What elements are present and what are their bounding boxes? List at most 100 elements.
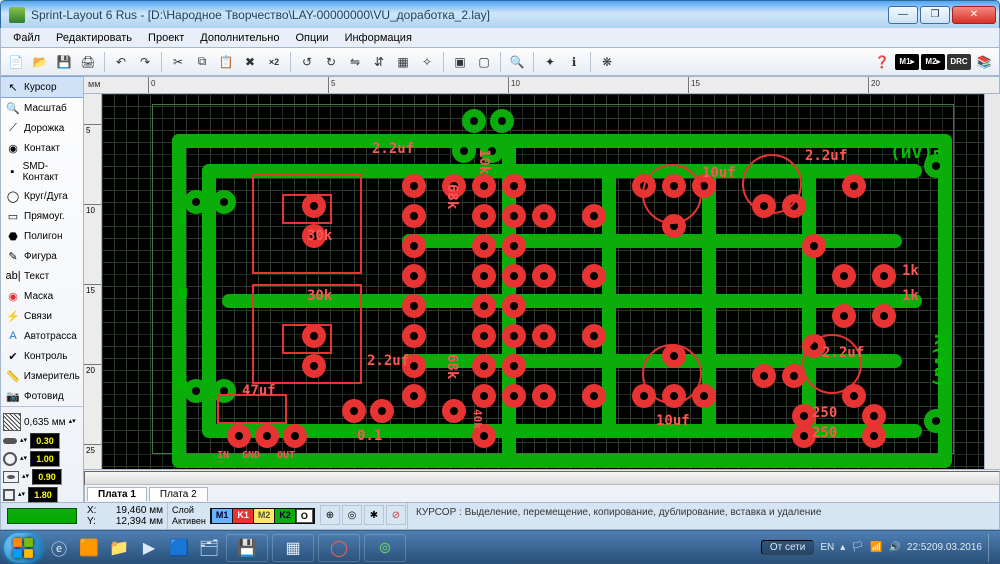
- status-btn-cross[interactable]: ⊕: [320, 505, 340, 525]
- redo-button[interactable]: ↷: [134, 51, 156, 73]
- tool-mask[interactable]: ◉Маска: [1, 286, 83, 306]
- tray-lang[interactable]: EN: [820, 542, 834, 553]
- tool-text[interactable]: ab|Текст: [1, 266, 83, 286]
- layer-o[interactable]: О: [296, 509, 313, 523]
- tool-measure[interactable]: 📏Измеритель: [1, 366, 83, 386]
- tool-track[interactable]: ⟋Дорожка: [1, 118, 83, 138]
- info-button[interactable]: ℹ: [563, 51, 585, 73]
- new-button[interactable]: 📄: [5, 51, 27, 73]
- pcb-label: (иv)⌐: [890, 144, 944, 162]
- tray-clock[interactable]: 22:52 09.03.2016: [907, 542, 982, 553]
- print-button[interactable]: 🖨: [77, 51, 99, 73]
- ungroup-button[interactable]: ▢: [473, 51, 495, 73]
- layer-m1[interactable]: M1: [212, 509, 233, 523]
- open-button[interactable]: 📂: [29, 51, 51, 73]
- taskbar-app2-icon[interactable]: 🟦: [166, 535, 192, 561]
- mirror-h-button[interactable]: ⇋: [344, 51, 366, 73]
- tool-smd[interactable]: ▪SMD-Контакт: [1, 158, 83, 186]
- taskbar-wmp-icon[interactable]: ▶: [136, 535, 162, 561]
- library-button[interactable]: 📚: [973, 51, 995, 73]
- duplicate-button[interactable]: ×2: [263, 51, 285, 73]
- tab-board-1[interactable]: Плата 1: [87, 487, 147, 501]
- taskbar-folder-icon[interactable]: 📁: [106, 535, 132, 561]
- start-button[interactable]: [4, 533, 42, 563]
- menu-options[interactable]: Опции: [287, 30, 336, 46]
- taskbar-running-sprint[interactable]: ⊚: [364, 534, 406, 562]
- connections-button[interactable]: ✦: [539, 51, 561, 73]
- val-arrows[interactable]: ▴▾: [20, 456, 27, 462]
- taskbar-ie-icon[interactable]: ⓔ: [46, 535, 72, 561]
- taskbar-running-save[interactable]: 💾: [226, 534, 268, 562]
- layer-k1[interactable]: K1: [233, 509, 253, 523]
- menu-info[interactable]: Информация: [337, 30, 420, 46]
- tool-pad[interactable]: ◉Контакт: [1, 138, 83, 158]
- status-btn-cut[interactable]: ✱: [364, 505, 384, 525]
- scrollbar-vertical[interactable]: [984, 94, 1000, 469]
- pad-outer-value[interactable]: 1.00: [30, 451, 60, 467]
- help-button[interactable]: ❓: [871, 51, 893, 73]
- taskbar-app-icon[interactable]: 🟧: [76, 535, 102, 561]
- toolbar-sep: [533, 52, 534, 72]
- menu-project[interactable]: Проект: [140, 30, 192, 46]
- show-desktop-button[interactable]: [988, 534, 996, 562]
- pcb-canvas[interactable]: (иv)⌐ R(Vu) G я J 2.2uf 2.2uf 2.2uf 2.2u…: [102, 94, 984, 469]
- val-arrows[interactable]: ▴▾: [18, 492, 25, 498]
- scrollbar-horizontal[interactable]: [84, 469, 1000, 485]
- smd-size-value[interactable]: 1.80: [28, 487, 58, 503]
- tool-auto[interactable]: AАвтотрасса: [1, 326, 83, 346]
- group-button[interactable]: ▣: [449, 51, 471, 73]
- menu-edit[interactable]: Редактировать: [48, 30, 140, 46]
- tool-photo[interactable]: 📷Фотовид: [1, 386, 83, 406]
- snap-button[interactable]: ✧: [416, 51, 438, 73]
- badge-drc[interactable]: DRC: [947, 54, 971, 70]
- cut-button[interactable]: ✂: [167, 51, 189, 73]
- grid-icon[interactable]: [3, 413, 21, 431]
- tool-arc[interactable]: ◯Круг/Дуга: [1, 186, 83, 206]
- zoom-tool-button[interactable]: 🔍: [506, 51, 528, 73]
- menu-file[interactable]: Файл: [5, 30, 48, 46]
- maximize-button[interactable]: ❐: [920, 6, 950, 24]
- copy-button[interactable]: ⧉: [191, 51, 213, 73]
- status-btn-target[interactable]: ◎: [342, 505, 362, 525]
- mirror-v-button[interactable]: ⇵: [368, 51, 390, 73]
- tool-poly[interactable]: ⬣Полигон: [1, 226, 83, 246]
- tray-chevron-icon[interactable]: ▴: [840, 542, 845, 553]
- pad-inner-value[interactable]: 0.90: [32, 469, 62, 485]
- rotate-ccw-button[interactable]: ↺: [296, 51, 318, 73]
- tool-wires[interactable]: ⚡Связи: [1, 306, 83, 326]
- val-arrows[interactable]: ▴▾: [22, 474, 29, 480]
- tool-drc[interactable]: ✔Контроль: [1, 346, 83, 366]
- tray-network-icon[interactable]: 📶: [870, 542, 882, 553]
- tray-net-label[interactable]: От сети: [770, 542, 806, 553]
- rotate-cw-button[interactable]: ↻: [320, 51, 342, 73]
- grid-arrows[interactable]: ▴▾: [69, 419, 76, 425]
- taskbar-app3-icon[interactable]: 🗂: [196, 535, 222, 561]
- val-arrows[interactable]: ▴▾: [20, 438, 27, 444]
- tool-rect[interactable]: ▭Прямоуг.: [1, 206, 83, 226]
- taskbar-running-opera[interactable]: ◯: [318, 534, 360, 562]
- tool-figure[interactable]: ✎Фигура: [1, 246, 83, 266]
- layer-k2[interactable]: K2: [275, 509, 295, 523]
- delete-button[interactable]: ✖: [239, 51, 261, 73]
- track-width-value[interactable]: 0.30: [30, 433, 60, 449]
- layer-m2[interactable]: M2: [254, 509, 275, 523]
- status-btn-nojunc[interactable]: ⊘: [386, 505, 406, 525]
- tool-zoom[interactable]: 🔍Масштаб: [1, 98, 83, 118]
- paste-button[interactable]: 📋: [215, 51, 237, 73]
- tray-volume-icon[interactable]: 🔊: [888, 542, 900, 553]
- tab-board-2[interactable]: Плата 2: [149, 487, 208, 501]
- pcb-label: R(Vu): [931, 334, 949, 388]
- macro-button[interactable]: ❋: [596, 51, 618, 73]
- close-button[interactable]: ✕: [952, 6, 996, 24]
- pcb-label: 68k: [445, 184, 459, 209]
- menu-extra[interactable]: Дополнительно: [192, 30, 287, 46]
- save-button[interactable]: 💾: [53, 51, 75, 73]
- badge-m2[interactable]: M2▸: [921, 54, 945, 70]
- align-button[interactable]: ▦: [392, 51, 414, 73]
- undo-button[interactable]: ↶: [110, 51, 132, 73]
- taskbar-running-tc[interactable]: ▦: [272, 534, 314, 562]
- minimize-button[interactable]: —: [888, 6, 918, 24]
- tool-cursor[interactable]: ↖Курсор: [1, 76, 83, 98]
- badge-m1[interactable]: M1▸: [895, 54, 919, 70]
- tray-flag-icon[interactable]: 🏳: [851, 542, 864, 553]
